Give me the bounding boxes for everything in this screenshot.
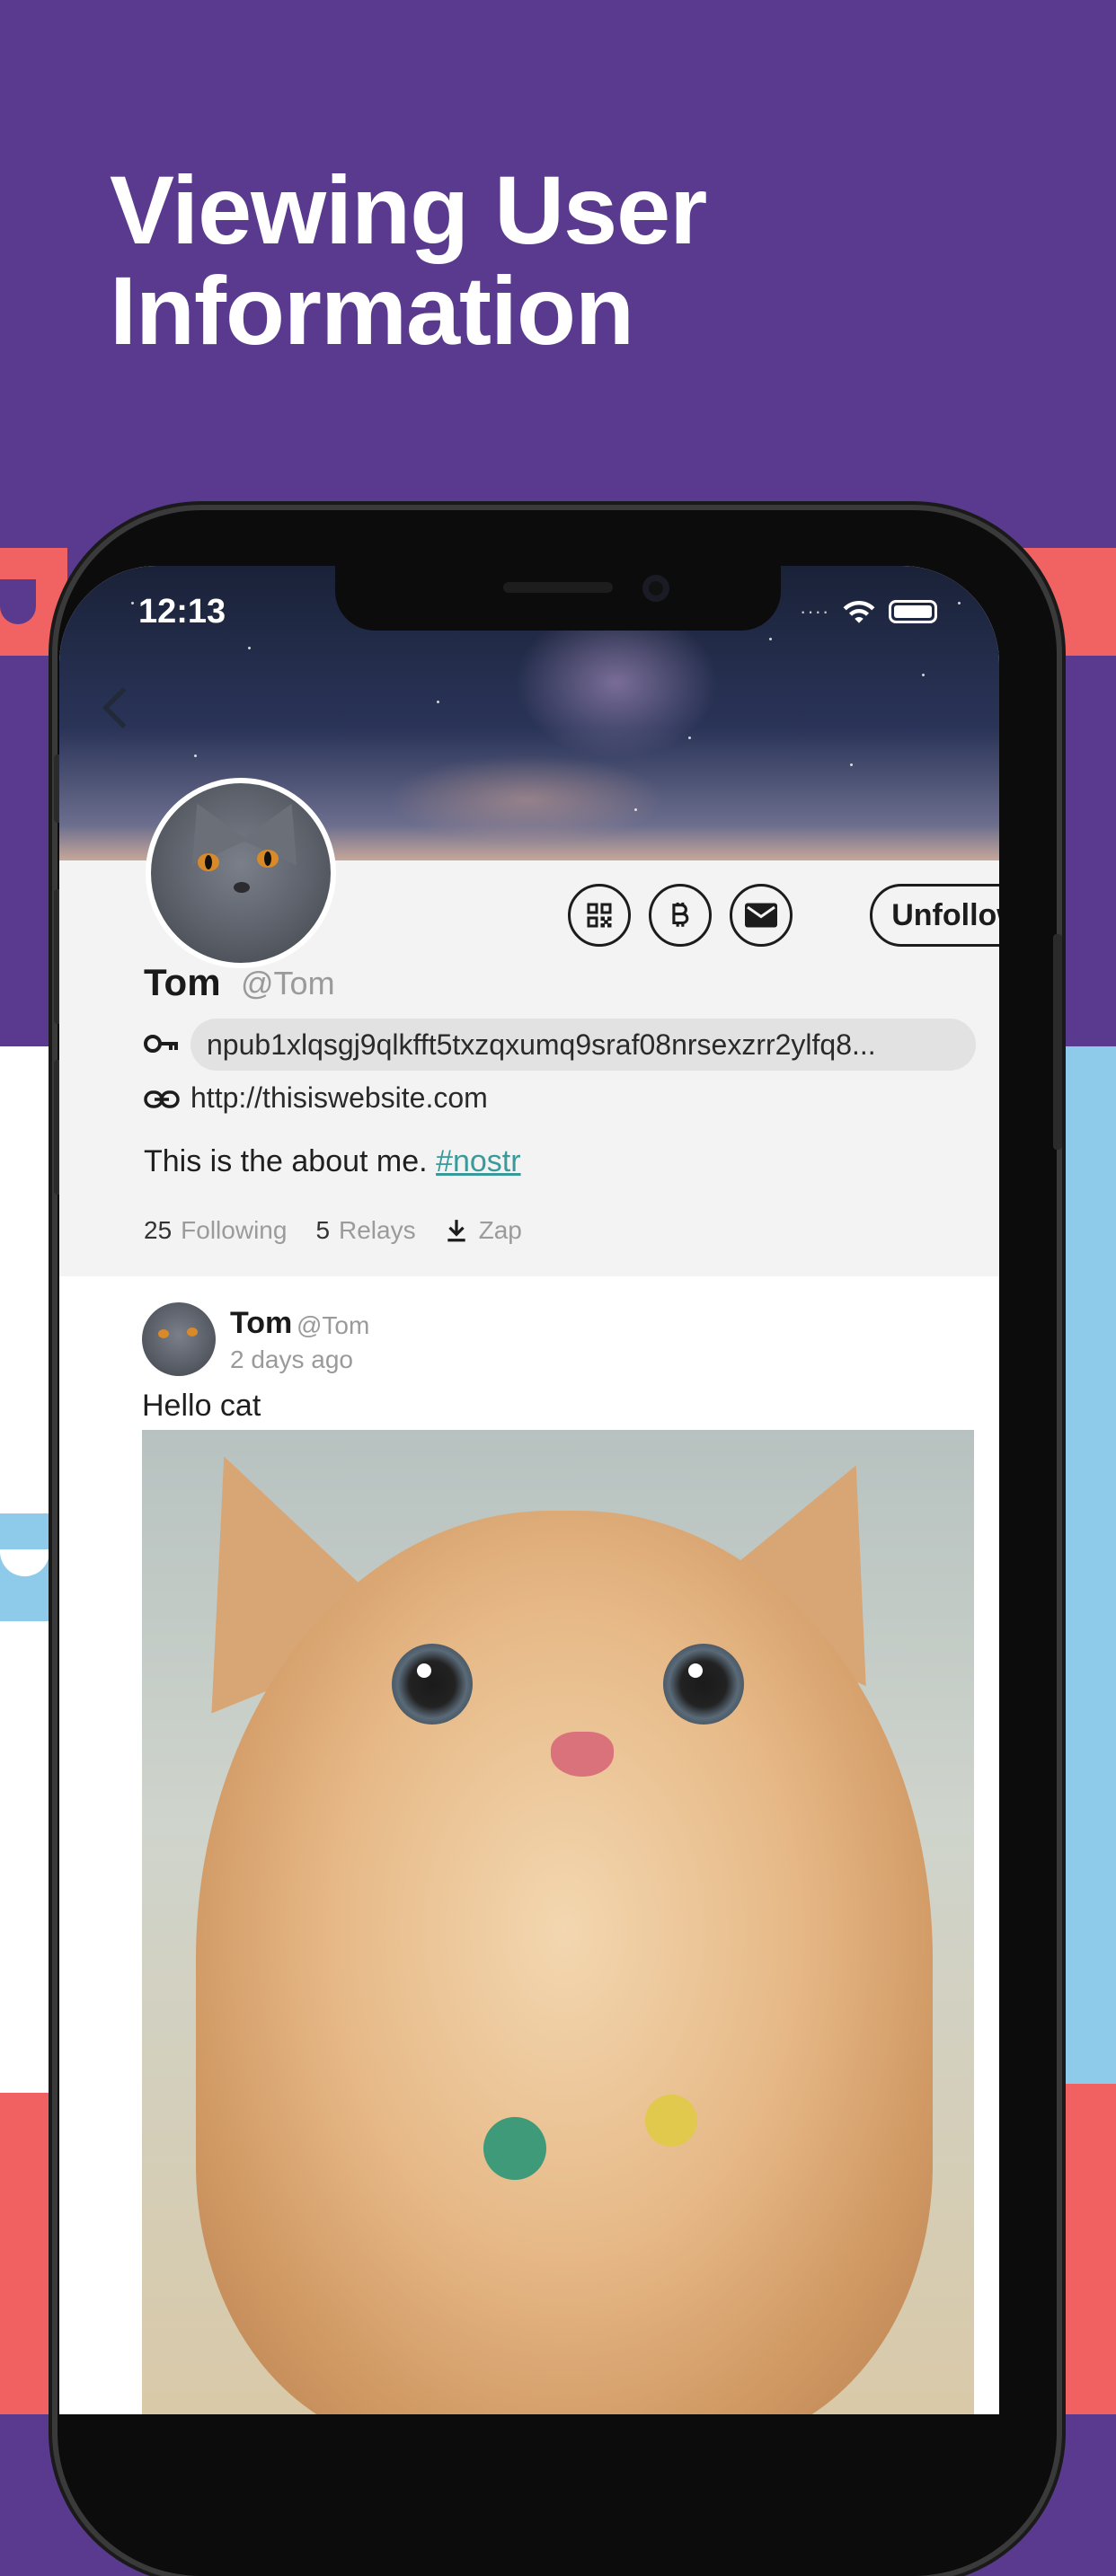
key-icon [144, 1035, 178, 1053]
profile-handle: @Tom [241, 965, 335, 1001]
message-button[interactable] [730, 884, 793, 947]
post-text: Hello cat [142, 1389, 261, 1423]
cat-bell-yellow [645, 2095, 697, 2147]
unfollow-button[interactable]: Unfollow [870, 884, 999, 947]
relays-stat[interactable]: 5 Relays [315, 1216, 415, 1245]
post-image[interactable] [142, 1430, 974, 2414]
app-screen: Unfollow Tom @Tom npub1xlqsgj9qlkfft5txz… [59, 566, 999, 2414]
zap-icon [447, 1220, 465, 1242]
wifi-icon [843, 600, 875, 623]
decoration-blue-left [0, 1513, 56, 1621]
battery-icon [889, 600, 938, 623]
website-link[interactable]: http://thisiswebsite.com [190, 1081, 488, 1115]
qr-code-button[interactable] [568, 884, 631, 947]
phone-speaker [503, 582, 613, 593]
cat-eye-right [663, 1644, 744, 1725]
link-icon [144, 1090, 180, 1108]
power-button [1053, 934, 1062, 1150]
message-icon [745, 903, 777, 928]
cat-body [196, 1511, 933, 2414]
post-author-handle: @Tom [297, 1311, 370, 1339]
post-author-avatar[interactable] [142, 1302, 216, 1376]
zap-stat[interactable]: Zap [445, 1216, 522, 1245]
profile-display-name: Tom [144, 961, 221, 1003]
cat-eye-left [392, 1644, 473, 1725]
npub-key[interactable]: npub1xlqsgj9qlkfft5txzqxumq9sraf08nrsexz… [190, 1019, 976, 1071]
post-timestamp: 2 days ago [230, 1345, 353, 1373]
signal-icon: ···· [800, 600, 830, 622]
status-icons: ···· [800, 596, 952, 627]
post-author-name[interactable]: Tom [230, 1306, 292, 1341]
status-time: 12:13 [138, 593, 226, 631]
profile-stats: 25 Following 5 Relays Zap [144, 1216, 522, 1245]
bitcoin-icon [672, 902, 689, 927]
profile-avatar[interactable] [146, 778, 336, 968]
cat-nose [551, 1732, 614, 1777]
following-stat[interactable]: 25 Following [144, 1216, 287, 1245]
profile-section: Unfollow Tom @Tom npub1xlqsgj9qlkfft5txz… [59, 778, 999, 1276]
qr-code-icon [587, 903, 612, 928]
bitcoin-button[interactable] [649, 884, 712, 947]
hashtag-link[interactable]: #nostr [436, 1144, 521, 1178]
cat-bell-green [483, 2117, 546, 2180]
about-text: This is the about me. [144, 1144, 428, 1178]
profile-about: This is the about me. #nostr [144, 1144, 521, 1179]
phone-notch [335, 564, 781, 631]
back-chevron-icon[interactable] [95, 683, 135, 733]
phone-camera [642, 575, 669, 602]
headline: Viewing User Information [110, 155, 707, 365]
